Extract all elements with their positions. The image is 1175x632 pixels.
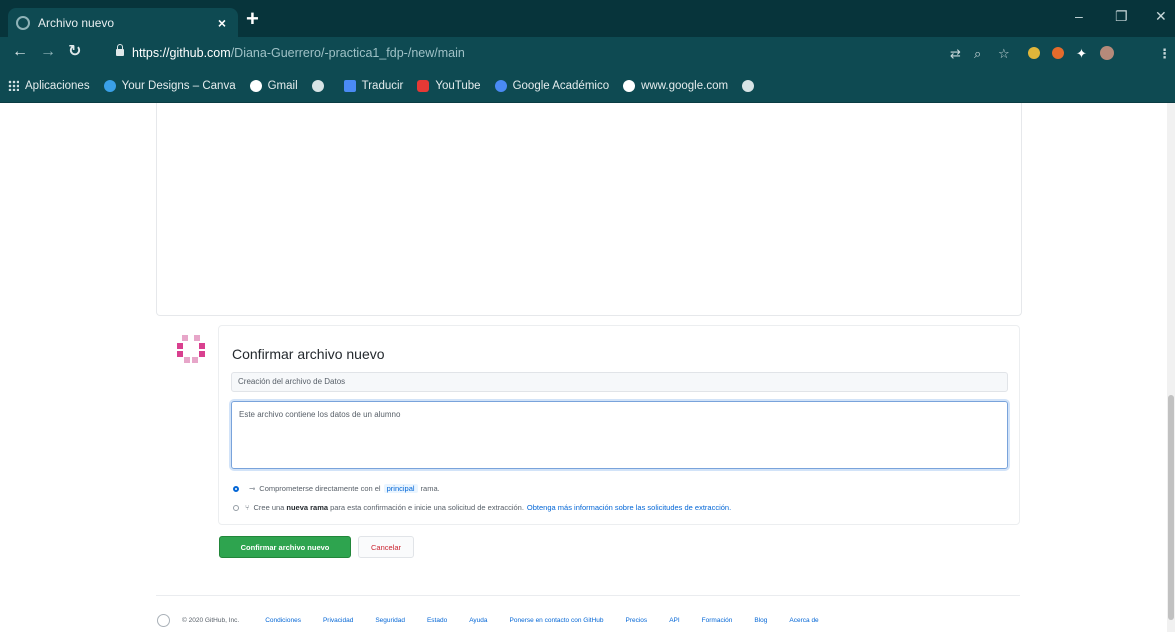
bookmark-star-icon[interactable]: ☆ <box>998 46 1010 62</box>
translate-page-icon[interactable]: ⇄ <box>950 46 961 62</box>
canva-icon <box>103 79 116 92</box>
url-host: github.com <box>169 46 231 60</box>
url-prefix: https:// <box>132 46 170 60</box>
file-editor[interactable] <box>156 103 1022 316</box>
extension-icon[interactable] <box>1028 47 1040 59</box>
lock-icon <box>116 44 124 56</box>
apps-grid-icon <box>8 80 19 91</box>
footer-link-security[interactable]: Seguridad <box>375 617 405 624</box>
tab-title: Archivo nuevo <box>38 15 115 30</box>
github-logo-icon[interactable] <box>157 613 170 627</box>
browser-tab[interactable]: Archivo nuevo × <box>8 8 238 37</box>
git-commit-icon: ⊸ <box>249 484 256 493</box>
option-text: Comprometerse directamente con el <box>259 484 381 493</box>
bookmark-youtube[interactable]: YouTube <box>417 79 481 92</box>
google-icon <box>249 79 262 92</box>
back-arrow-icon[interactable]: ← <box>12 44 28 60</box>
forward-arrow-icon[interactable]: → <box>40 44 56 60</box>
footer-link-training[interactable]: Formación <box>702 617 733 624</box>
maximize-window-button[interactable]: ❐ <box>1115 8 1128 25</box>
zoom-icon[interactable]: ⌕ <box>974 46 981 62</box>
cancel-button[interactable]: Cancelar <box>358 536 414 558</box>
bookmark-label: Gmail <box>267 79 298 92</box>
footer-link-terms[interactable]: Condiciones <box>265 617 301 624</box>
commit-summary-input[interactable]: Creación del archivo de Datos <box>231 372 1008 392</box>
new-tab-button[interactable]: + <box>246 8 259 30</box>
bookmark-label: www.google.com <box>641 79 729 92</box>
footer-link-status[interactable]: Estado <box>427 617 447 624</box>
loading-favicon-icon <box>16 15 30 30</box>
footer-link-blog[interactable]: Blog <box>754 617 767 624</box>
page-footer: © 2020 GitHub, Inc. Condiciones Privacid… <box>157 612 1037 628</box>
bookmark-label: Traducir <box>361 79 404 92</box>
browser-tabstrip: Archivo nuevo × + – ❐ ✕ <box>0 0 1175 37</box>
reload-icon[interactable]: ↻ <box>68 44 81 60</box>
option-text: rama. <box>420 484 440 493</box>
footer-copyright: © 2020 GitHub, Inc. <box>182 616 240 624</box>
translate-icon <box>343 79 356 92</box>
profile-avatar[interactable] <box>1100 46 1114 60</box>
close-window-button[interactable]: ✕ <box>1155 8 1167 25</box>
commit-form-title: Confirmar archivo nuevo <box>232 346 385 362</box>
url-path: /Diana-Guerrero/-practica1_fdp-/new/main <box>230 46 465 60</box>
extensions-puzzle-icon[interactable]: ✦ <box>1076 46 1087 62</box>
bookmark-canva[interactable]: Your Designs – Canva <box>103 79 236 92</box>
bookmark-label: Your Designs – Canva <box>121 79 236 92</box>
footer-link-api[interactable]: API <box>669 617 679 624</box>
extension-icon[interactable] <box>1052 47 1064 59</box>
browser-toolbar: ← → ↻ https://github.com/Diana-Guerrero/… <box>0 37 1175 69</box>
pull-request-icon: ⑂ <box>245 503 250 512</box>
commit-new-branch-option[interactable]: ⑂ Cree una nueva rama para esta confirma… <box>233 503 731 512</box>
close-tab-icon[interactable]: × <box>214 15 230 31</box>
globe-icon <box>742 79 755 92</box>
commit-description-textarea[interactable]: Este archivo contiene los datos de un al… <box>231 401 1008 469</box>
footer-link-help[interactable]: Ayuda <box>469 617 487 624</box>
bookmark-label: Aplicaciones <box>25 79 90 92</box>
confirm-new-file-button[interactable]: Confirmar archivo nuevo <box>219 536 351 558</box>
radio-selected[interactable] <box>233 485 239 492</box>
commit-direct-option[interactable]: ⊸ Comprometerse directamente con el prin… <box>233 484 440 493</box>
option-text: para esta confirmación e inicie una soli… <box>330 503 524 512</box>
bookmark-google[interactable]: www.google.com <box>623 79 729 92</box>
menu-kebab-icon[interactable]: ⋮ <box>1158 46 1171 62</box>
bookmark-scholar[interactable]: Google Académico <box>494 79 610 92</box>
bookmark-translate[interactable]: Traducir <box>343 79 404 92</box>
google-icon <box>623 79 636 92</box>
youtube-icon <box>417 79 430 92</box>
branch-name-tag: principal <box>383 484 418 493</box>
radio-unselected[interactable] <box>233 504 239 511</box>
bookmark-gmail[interactable]: Gmail <box>249 79 298 92</box>
user-identicon-avatar <box>177 335 205 363</box>
footer-divider <box>156 595 1020 596</box>
scrollbar-thumb[interactable] <box>1168 395 1174 620</box>
bookmark-label: YouTube <box>435 79 481 92</box>
globe-icon <box>311 79 324 92</box>
learn-more-link[interactable]: Obtenga más información sobre las solici… <box>527 503 731 512</box>
bookmark-label: Google Académico <box>512 79 610 92</box>
bookmark-apps[interactable]: Aplicaciones <box>8 80 90 92</box>
scholar-icon <box>494 79 507 92</box>
address-bar[interactable]: https://github.com/Diana-Guerrero/-pract… <box>132 46 465 60</box>
option-bold-text: nueva rama <box>286 503 329 512</box>
minimize-window-button[interactable]: – <box>1075 8 1083 24</box>
footer-link-about[interactable]: Acerca de <box>789 617 818 624</box>
footer-link-privacy[interactable]: Privacidad <box>323 617 353 624</box>
bookmarks-bar: Aplicaciones Your Designs – Canva Gmail … <box>0 69 1175 103</box>
option-text: Cree una <box>253 503 285 512</box>
bookmark-globe[interactable] <box>742 79 760 92</box>
bookmark-globe[interactable] <box>311 79 330 92</box>
footer-link-pricing[interactable]: Precios <box>626 617 648 624</box>
footer-link-contact[interactable]: Ponerse en contacto con GitHub <box>510 617 604 624</box>
